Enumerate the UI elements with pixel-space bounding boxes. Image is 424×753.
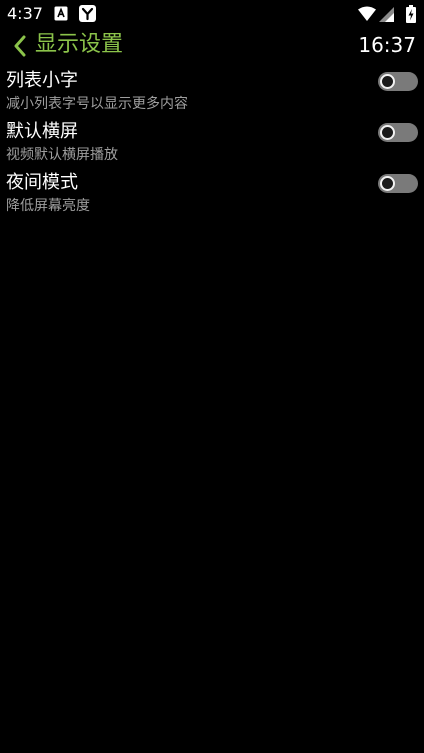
toggle-knob — [380, 125, 395, 140]
system-icons — [346, 5, 416, 23]
toggle-knob — [380, 74, 395, 89]
cellular-signal-icon — [379, 7, 394, 22]
setting-row-small-list-font[interactable]: 列表小字 减小列表字号以显示更多内容 — [0, 67, 424, 118]
setting-title: 默认横屏 — [6, 121, 78, 142]
battery-charging-icon — [406, 5, 416, 23]
night-mode-toggle[interactable] — [378, 174, 418, 193]
setting-subtitle: 视频默认横屏播放 — [6, 147, 118, 163]
wifi-icon — [358, 6, 376, 22]
setting-subtitle: 减小列表字号以显示更多内容 — [6, 96, 188, 112]
back-arrow-icon[interactable] — [12, 35, 28, 57]
status-time: 4:37 — [7, 4, 43, 23]
settings-list: 列表小字 减小列表字号以显示更多内容 默认横屏 视频默认横屏播放 夜间模式 降低… — [0, 67, 424, 220]
toolbar-clock: 16:37 — [358, 33, 416, 57]
status-bar: 4:37 — [0, 0, 424, 28]
setting-subtitle: 降低屏幕亮度 — [6, 198, 90, 214]
toggle-knob — [380, 176, 395, 191]
page-title: 显示设置 — [35, 32, 124, 57]
setting-row-night-mode[interactable]: 夜间模式 降低屏幕亮度 — [0, 169, 424, 220]
setting-title: 列表小字 — [6, 70, 78, 91]
a-box-icon — [54, 6, 68, 21]
default-landscape-toggle[interactable] — [378, 123, 418, 142]
small-list-font-toggle[interactable] — [378, 72, 418, 91]
y-box-icon — [79, 5, 96, 22]
setting-row-default-landscape[interactable]: 默认横屏 视频默认横屏播放 — [0, 118, 424, 169]
setting-title: 夜间模式 — [6, 172, 78, 193]
toolbar: 显示设置 16:37 — [0, 28, 424, 62]
